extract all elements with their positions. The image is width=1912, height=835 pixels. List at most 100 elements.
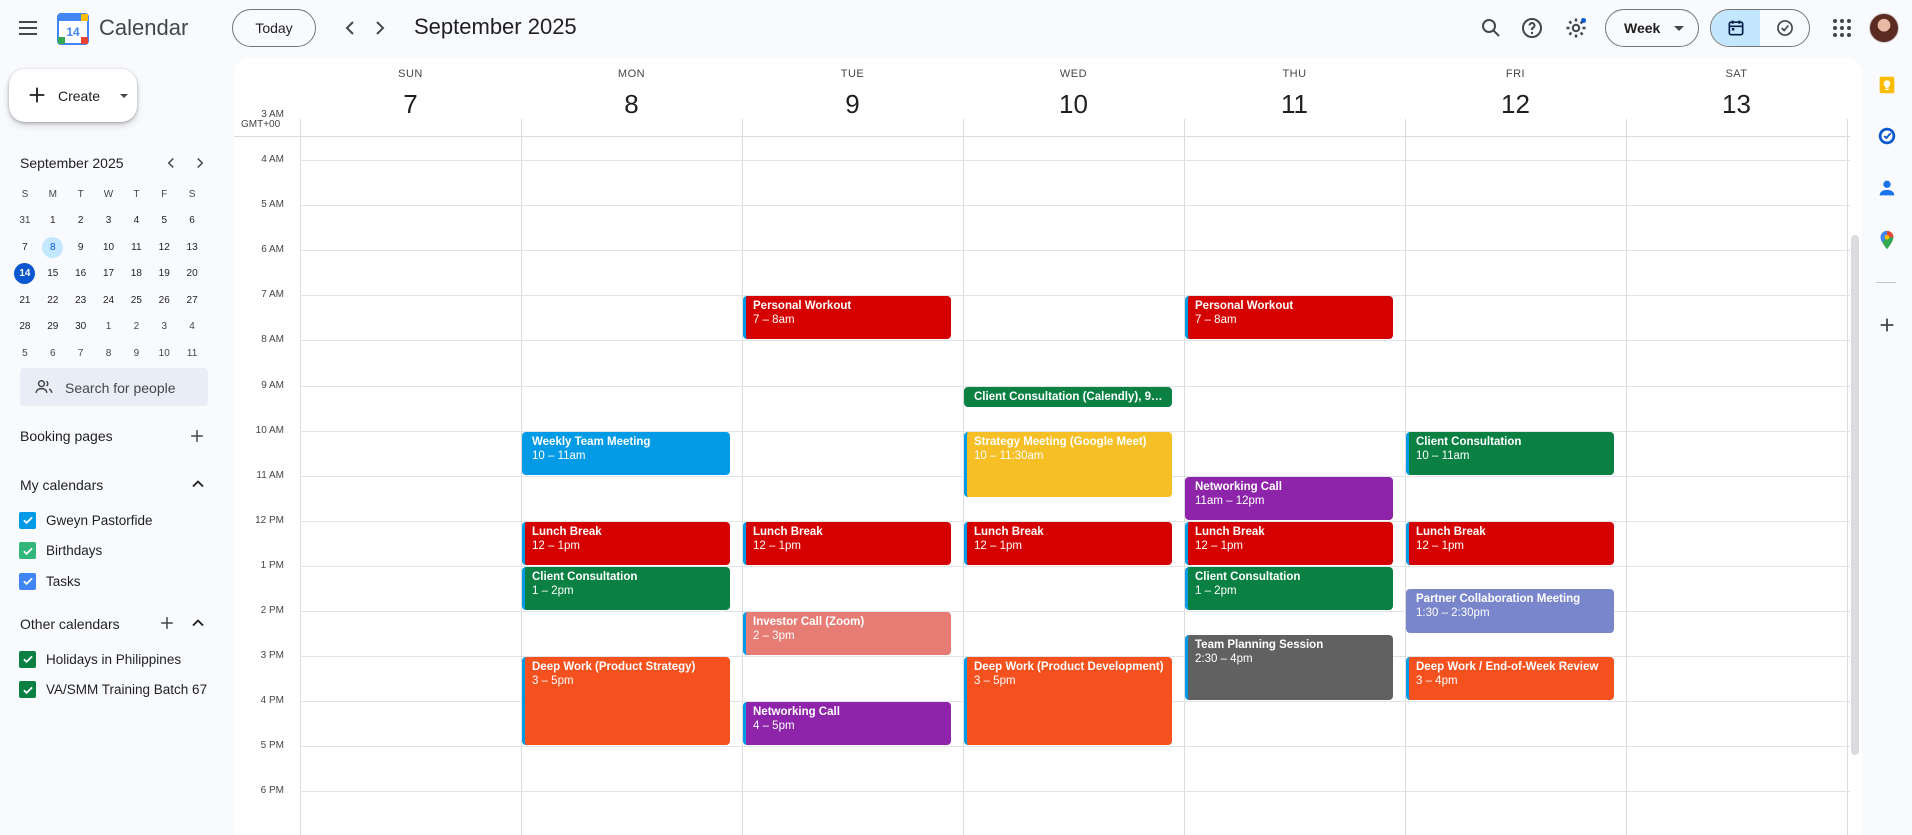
help-icon[interactable] [1512, 8, 1552, 48]
day-number[interactable]: 10 [963, 89, 1184, 120]
add-booking-page-plus-icon[interactable] [185, 424, 209, 448]
mini-calendar-day[interactable]: 31 [11, 208, 39, 235]
mini-calendar-day[interactable]: 6 [39, 340, 67, 367]
mini-calendar-day[interactable]: 2 [67, 208, 95, 235]
mini-calendar-day[interactable]: 21 [11, 287, 39, 314]
calendar-event[interactable]: Deep Work / End-of-Week Review 3 – 4pm [1406, 657, 1614, 701]
search-icon[interactable] [1471, 8, 1511, 48]
mini-calendar-day[interactable]: 7 [67, 340, 95, 367]
mini-calendar-day[interactable]: 10 [150, 340, 178, 367]
checkbox-checked-icon[interactable] [19, 572, 36, 590]
mini-calendar-day[interactable]: 12 [150, 234, 178, 261]
calendar-event[interactable]: Lunch Break 12 – 1pm [743, 521, 951, 565]
chevron-up-icon[interactable] [186, 472, 210, 496]
calendar-event[interactable]: Client Consultation 1 – 2pm [1185, 566, 1393, 610]
day-number[interactable]: 7 [300, 89, 521, 120]
maps-icon[interactable] [1872, 225, 1902, 255]
mini-calendar-day[interactable]: 30 [67, 314, 95, 341]
calendar-event[interactable]: Networking Call 4 – 5pm [743, 702, 951, 746]
mini-calendar-day[interactable]: 11 [122, 234, 150, 261]
mini-calendar-prev-icon[interactable] [160, 152, 182, 174]
calendar-event[interactable]: Weekly Team Meeting 10 – 11am [522, 431, 730, 475]
mini-calendar-day[interactable]: 11 [178, 340, 206, 367]
today-button[interactable]: Today [232, 9, 316, 47]
mini-calendar-day[interactable]: 18 [122, 261, 150, 288]
mini-calendar-day[interactable]: 9 [122, 340, 150, 367]
tasks-icon[interactable] [1872, 121, 1902, 151]
mini-calendar-day[interactable]: 2 [122, 314, 150, 341]
day-number[interactable]: 11 [1184, 89, 1405, 120]
checkbox-checked-icon[interactable] [19, 511, 36, 529]
mini-calendar-day[interactable]: 5 [11, 340, 39, 367]
mini-calendar-day[interactable]: 1 [39, 208, 67, 235]
calendar-event[interactable]: Networking Call 11am – 12pm [1185, 476, 1393, 520]
calendar-event[interactable]: Strategy Meeting (Google Meet) 10 – 11:30… [964, 431, 1172, 498]
add-addon-plus-icon[interactable] [1872, 310, 1902, 340]
calendar-event[interactable]: Lunch Break 12 – 1pm [1185, 521, 1393, 565]
mini-calendar-day[interactable]: 29 [39, 314, 67, 341]
calendar-checkbox-item[interactable]: Birthdays [19, 540, 102, 562]
calendar-event[interactable]: Deep Work (Product Strategy) 3 – 5pm [522, 657, 730, 746]
contacts-icon[interactable] [1872, 173, 1902, 203]
day-number[interactable]: 12 [1405, 89, 1626, 120]
calendar-checkbox-item[interactable]: Tasks [19, 570, 81, 592]
calendar-event[interactable]: Lunch Break 12 – 1pm [964, 521, 1172, 565]
mini-calendar-day[interactable]: 19 [150, 261, 178, 288]
mini-calendar-day[interactable]: 22 [39, 287, 67, 314]
day-number[interactable]: 8 [521, 89, 742, 120]
mini-calendar-day[interactable]: 16 [67, 261, 95, 288]
mini-calendar-day[interactable]: 25 [122, 287, 150, 314]
calendar-checkbox-item[interactable]: VA/SMM Training Batch 67 [19, 679, 207, 701]
mini-calendar-day[interactable]: 24 [95, 287, 123, 314]
mini-calendar-day[interactable]: 6 [178, 208, 206, 235]
calendar-event[interactable]: Client Consultation 10 – 11am [1406, 431, 1614, 475]
mini-calendar-day[interactable]: 8 [95, 340, 123, 367]
mini-calendar-day[interactable]: 15 [39, 261, 67, 288]
tasks-view-icon[interactable] [1760, 10, 1809, 46]
calendar-event[interactable]: Team Planning Session 2:30 – 4pm [1185, 634, 1393, 701]
checkbox-checked-icon[interactable] [19, 681, 36, 698]
mini-calendar-day[interactable]: 27 [178, 287, 206, 314]
calendar-event[interactable]: Lunch Break 12 – 1pm [522, 521, 730, 565]
mini-calendar-day[interactable]: 9 [67, 234, 95, 261]
google-apps-grid-icon[interactable] [1822, 8, 1862, 48]
booking-pages-title[interactable]: Booking pages [20, 428, 113, 444]
mini-calendar-day[interactable]: 20 [178, 261, 206, 288]
calendar-event[interactable]: Lunch Break 12 – 1pm [1406, 521, 1614, 565]
search-people-field[interactable]: Search for people [20, 368, 208, 406]
add-other-calendar-plus-icon[interactable] [155, 611, 179, 635]
calendar-event[interactable]: Personal Workout 7 – 8am [743, 296, 951, 340]
mini-calendar-next-icon[interactable] [189, 152, 211, 174]
next-week-icon[interactable] [360, 8, 400, 48]
vertical-scrollbar[interactable] [1851, 235, 1859, 755]
view-selector-dropdown[interactable]: Week [1605, 9, 1699, 47]
day-number[interactable]: 13 [1626, 89, 1847, 120]
mini-calendar-day[interactable]: 28 [11, 314, 39, 341]
mini-calendar-day[interactable]: 5 [150, 208, 178, 235]
mini-calendar-day[interactable]: 8 [39, 234, 67, 261]
day-number[interactable]: 9 [742, 89, 963, 120]
mini-calendar-day[interactable]: 4 [178, 314, 206, 341]
mini-calendar-day[interactable]: 4 [122, 208, 150, 235]
mini-calendar-day[interactable]: 3 [150, 314, 178, 341]
mini-calendar-day[interactable]: 14 [11, 261, 39, 288]
mini-calendar-day[interactable]: 10 [95, 234, 123, 261]
calendar-event[interactable]: Deep Work (Product Development) 3 – 5pm [964, 657, 1172, 746]
calendar-checkbox-item[interactable]: Gweyn Pastorfide [19, 509, 153, 531]
calendar-event[interactable]: Personal Workout 7 – 8am [1185, 296, 1393, 340]
account-avatar[interactable] [1869, 13, 1899, 43]
mini-calendar-day[interactable]: 7 [11, 234, 39, 261]
checkbox-checked-icon[interactable] [19, 650, 36, 668]
settings-gear-icon[interactable] [1556, 8, 1596, 48]
time-grid[interactable]: 3 AM 4 AM 5 AM 6 AM 7 AM 8 AM 9 AM 10 AM 11 AM 12… [234, 109, 1850, 835]
calendar-checkbox-item[interactable]: Holidays in Philippines [19, 648, 181, 670]
mini-calendar-day[interactable]: 23 [67, 287, 95, 314]
calendar-event[interactable]: Investor Call (Zoom) 2 – 3pm [743, 612, 951, 656]
checkbox-checked-icon[interactable] [19, 542, 36, 559]
calendar-event[interactable]: Client Consultation (Calendly), 9am [964, 386, 1172, 407]
calendar-event[interactable]: Client Consultation 1 – 2pm [522, 566, 730, 610]
keep-icon[interactable] [1872, 70, 1902, 100]
calendar-event[interactable]: Partner Collaboration Meeting 1:30 – 2:30… [1406, 589, 1614, 633]
mini-calendar-day[interactable]: 3 [95, 208, 123, 235]
create-button[interactable]: Create [9, 69, 137, 122]
